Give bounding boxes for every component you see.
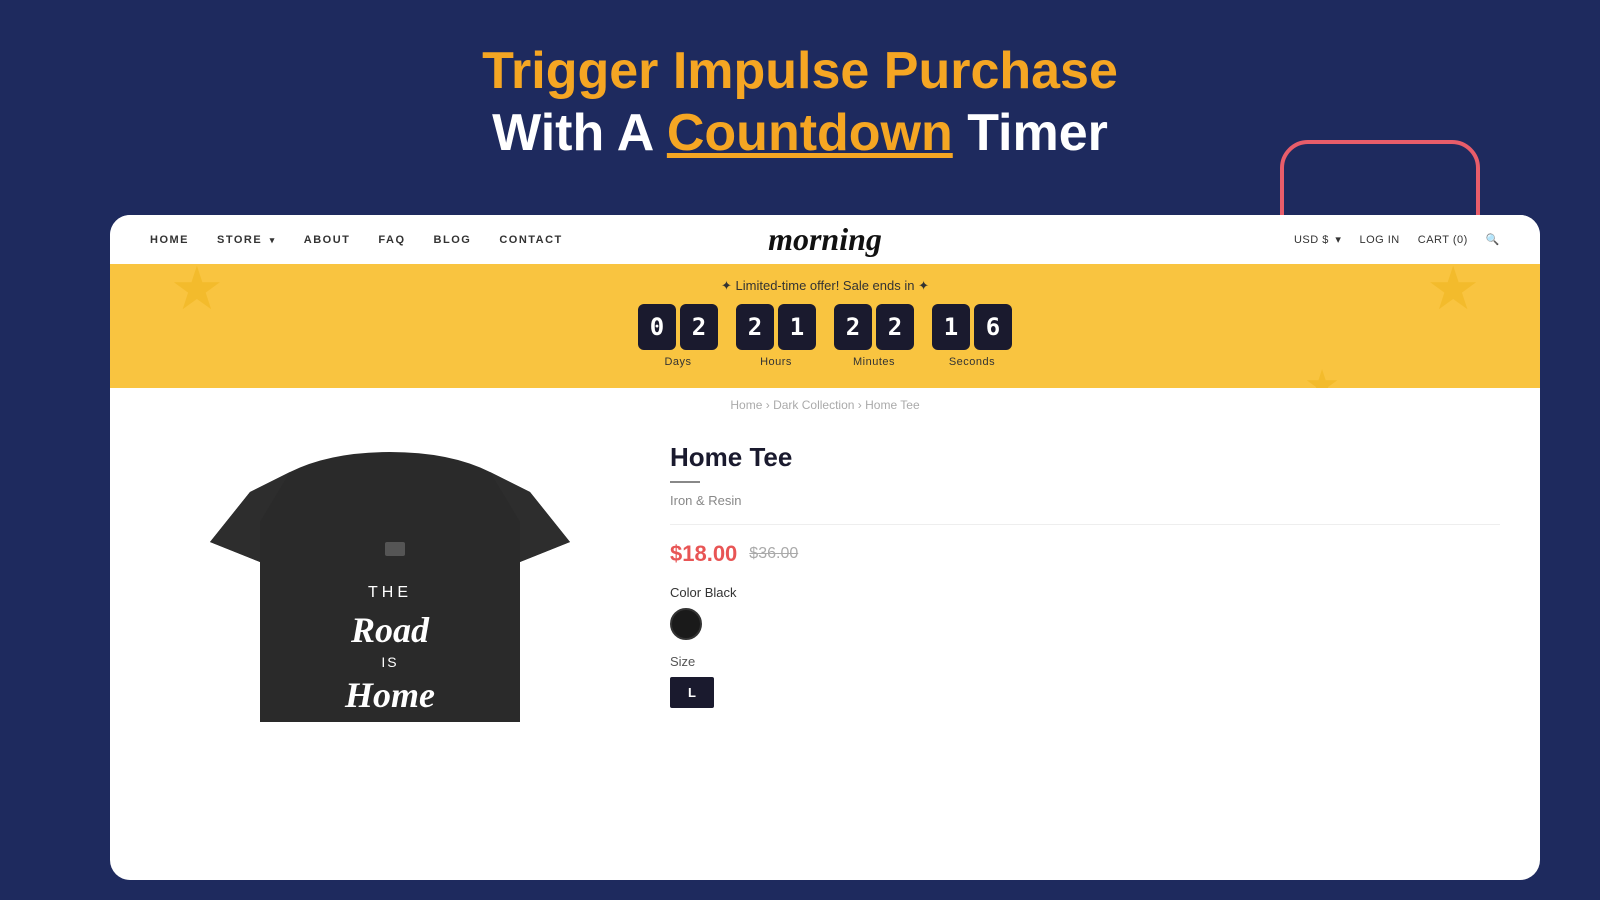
nav-item-faq[interactable]: FAQ	[378, 234, 405, 246]
breadcrumb-home[interactable]: Home	[730, 398, 762, 412]
nav-item-store[interactable]: STORE ▾	[217, 234, 276, 246]
timer-hours: 2 1 Hours	[736, 304, 816, 368]
headline-line2-end: Timer	[953, 104, 1108, 162]
nav-right: USD $ ▾ LOG IN CART (0) 🔍	[1294, 233, 1500, 246]
breadcrumb: Home › Dark Collection › Home Tee	[110, 388, 1540, 422]
price-area: $18.00 $36.00	[670, 541, 1500, 567]
countdown-banner: ★ ★ ★ ✦ Limited-time offer! Sale ends in…	[110, 264, 1540, 388]
minutes-digits: 2 2	[834, 304, 914, 350]
headline-line2-white: With A	[492, 104, 667, 162]
hours-label: Hours	[760, 356, 792, 368]
days-digit-0: 0	[638, 304, 676, 350]
timer-seconds: 1 6 Seconds	[932, 304, 1012, 368]
timer-minutes: 2 2 Minutes	[834, 304, 914, 368]
navigation: HOME STORE ▾ ABOUT FAQ BLOG CONTACT morn…	[110, 215, 1540, 264]
main-card: HOME STORE ▾ ABOUT FAQ BLOG CONTACT morn…	[110, 215, 1540, 880]
hours-digit-1: 1	[778, 304, 816, 350]
breadcrumb-sep1: ›	[766, 398, 773, 412]
seconds-label: Seconds	[949, 356, 995, 368]
headline-countdown: Countdown	[667, 104, 953, 162]
product-brand: Iron & Resin	[670, 493, 1500, 508]
svg-text:IS: IS	[381, 654, 398, 670]
days-digit-1: 2	[680, 304, 718, 350]
nav-cart[interactable]: CART (0)	[1418, 234, 1468, 246]
color-value: Black	[705, 585, 737, 600]
seconds-digits: 1 6	[932, 304, 1012, 350]
product-image: THE Road IS Home	[160, 432, 620, 752]
product-image-container: THE Road IS Home	[150, 432, 630, 752]
title-underline	[670, 481, 700, 483]
timer-days: 0 2 Days	[638, 304, 718, 368]
days-label: Days	[664, 356, 691, 368]
color-section: Color Black	[670, 585, 1500, 640]
color-label: Color Black	[670, 585, 1500, 600]
price-sale: $18.00	[670, 541, 737, 567]
size-label: Size	[670, 654, 1500, 669]
nav-item-about[interactable]: ABOUT	[304, 234, 351, 246]
size-section: Size L	[670, 654, 1500, 708]
currency-selector[interactable]: USD $ ▾	[1294, 233, 1342, 246]
breadcrumb-current: Home Tee	[865, 398, 919, 412]
color-swatch-black[interactable]	[670, 608, 702, 640]
nav-item-home[interactable]: HOME	[150, 234, 189, 246]
svg-text:Home: Home	[344, 675, 435, 715]
svg-text:THE: THE	[368, 584, 412, 601]
product-area: THE Road IS Home Home Tee Iron & Resin $…	[110, 422, 1540, 772]
minutes-digit-0: 2	[834, 304, 872, 350]
svg-text:Road: Road	[350, 610, 430, 650]
search-icon[interactable]: 🔍	[1486, 233, 1500, 246]
breadcrumb-collection[interactable]: Dark Collection	[773, 398, 854, 412]
hours-digits: 2 1	[736, 304, 816, 350]
currency-dropdown-arrow: ▾	[1335, 234, 1341, 246]
seconds-digit-0: 1	[932, 304, 970, 350]
nav-left: HOME STORE ▾ ABOUT FAQ BLOG CONTACT	[150, 234, 563, 246]
store-dropdown-arrow: ▾	[270, 235, 276, 245]
size-button-l[interactable]: L	[670, 677, 714, 708]
headline-line1: Trigger Impulse Purchase	[482, 42, 1118, 100]
minutes-label: Minutes	[853, 356, 895, 368]
product-details: Home Tee Iron & Resin $18.00 $36.00 Colo…	[670, 432, 1500, 752]
seconds-digit-1: 6	[974, 304, 1012, 350]
hours-digit-0: 2	[736, 304, 774, 350]
offer-text: ✦ Limited-time offer! Sale ends in ✦	[130, 278, 1520, 294]
nav-login[interactable]: LOG IN	[1359, 234, 1399, 246]
timer-container: 0 2 Days 2 1 Hours 2 2 Minutes	[130, 304, 1520, 368]
nav-item-blog[interactable]: BLOG	[434, 234, 472, 246]
minutes-digit-1: 2	[876, 304, 914, 350]
divider-line	[670, 524, 1500, 525]
days-digits: 0 2	[638, 304, 718, 350]
nav-item-contact[interactable]: CONTACT	[499, 234, 562, 246]
site-logo[interactable]: morning	[768, 221, 882, 258]
price-original: $36.00	[749, 545, 798, 563]
product-title: Home Tee	[670, 442, 1500, 473]
